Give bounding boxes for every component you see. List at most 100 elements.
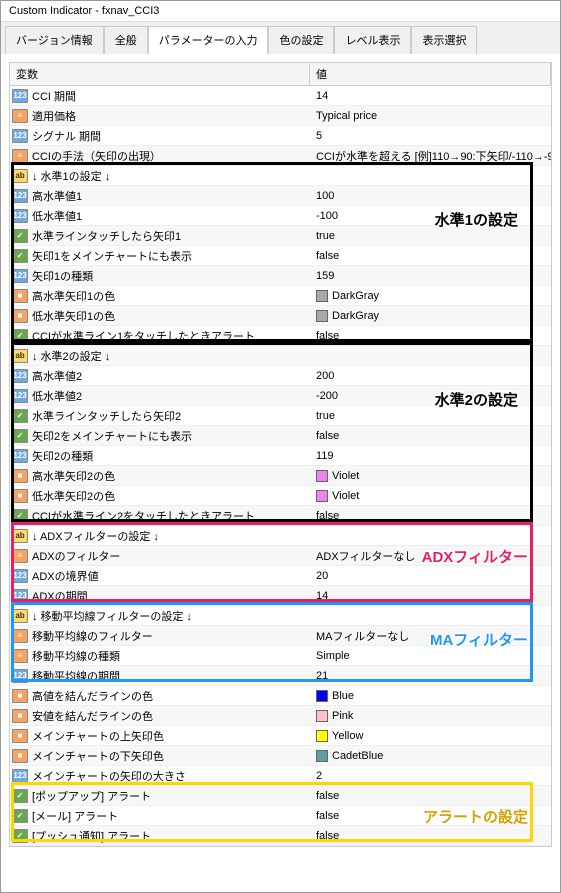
tab-display[interactable]: 表示選択 — [411, 26, 477, 54]
param-row[interactable]: ■高値を結んだラインの色Blue — [10, 686, 551, 706]
param-name-cell: ab↓ ADXフィルターの設定 ↓ — [10, 527, 310, 545]
param-row[interactable]: ■低水準矢印1の色DarkGray — [10, 306, 551, 326]
param-name-cell: ■高水準矢印2の色 — [10, 467, 310, 485]
param-row[interactable]: ✓[プッシュ通知] アラートfalse — [10, 826, 551, 846]
param-row[interactable]: ≡移動平均線のフィルターMAフィルターなし — [10, 626, 551, 646]
param-value-cell[interactable]: Blue — [310, 689, 551, 703]
param-value-cell[interactable]: ADXフィルターなし — [310, 547, 551, 565]
param-value-cell[interactable]: 200 — [310, 369, 551, 383]
parameter-grid[interactable]: 変数 値 123CCI 期間14≡適用価格Typical price123シグナ… — [9, 62, 552, 847]
param-row[interactable]: ■高水準矢印2の色Violet — [10, 466, 551, 486]
param-value-cell[interactable]: false — [310, 809, 551, 823]
param-value: 100 — [316, 190, 334, 202]
param-value-cell[interactable]: 2 — [310, 769, 551, 783]
param-value-cell[interactable]: 21 — [310, 669, 551, 683]
param-row[interactable]: ab↓ 水準1の設定 ↓ — [10, 166, 551, 186]
param-value-cell[interactable]: false — [310, 829, 551, 843]
param-row[interactable]: ≡移動平均線の種類Simple — [10, 646, 551, 666]
param-row[interactable]: 123高水準値1 100 — [10, 186, 551, 206]
param-value-cell[interactable] — [310, 355, 551, 357]
param-value-cell[interactable]: Yellow — [310, 729, 551, 743]
param-name-cell: 123高水準値1 — [10, 187, 310, 205]
param-value: Typical price — [316, 110, 377, 122]
param-value-cell[interactable]: true — [310, 229, 551, 243]
param-value-cell[interactable]: 100 — [310, 189, 551, 203]
param-value: 20 — [316, 570, 328, 582]
param-row[interactable]: ✓CCIが水準ライン1をタッチしたときアラートfalse — [10, 326, 551, 346]
param-row[interactable]: ≡CCIの手法（矢印の出現）CCIが水準を超える [例]110→90:下矢印/-… — [10, 146, 551, 166]
param-value-cell[interactable]: Typical price — [310, 109, 551, 123]
param-row[interactable]: 123ADXの境界値20 — [10, 566, 551, 586]
param-name-cell: ■安値を結んだラインの色 — [10, 707, 310, 725]
param-value-cell[interactable]: 14 — [310, 89, 551, 103]
param-value-cell[interactable]: 119 — [310, 449, 551, 463]
param-value-cell[interactable]: false — [310, 249, 551, 263]
param-value: false — [316, 790, 339, 802]
param-value-cell[interactable]: 159 — [310, 269, 551, 283]
param-value-cell[interactable]: DarkGray — [310, 289, 551, 303]
param-row[interactable]: ≡ 適用価格 Typical price — [10, 106, 551, 126]
param-value-cell[interactable]: -200 — [310, 389, 551, 403]
enum-type-icon: ≡ — [12, 109, 28, 123]
param-row[interactable]: 123シグナル 期間5 — [10, 126, 551, 146]
param-value-cell[interactable]: CCIが水準を超える [例]110→90:下矢印/-110→-9… — [310, 147, 551, 165]
param-row[interactable]: ■メインチャートの下矢印色CadetBlue — [10, 746, 551, 766]
param-value-cell[interactable]: Pink — [310, 709, 551, 723]
param-row[interactable]: ✓[メール] アラートfalse — [10, 806, 551, 826]
param-value-cell[interactable]: Violet — [310, 469, 551, 483]
color-swatch — [316, 310, 328, 322]
param-name-cell: 123ADXの期間 — [10, 587, 310, 605]
param-value-cell[interactable]: false — [310, 509, 551, 523]
param-value-cell[interactable]: false — [310, 789, 551, 803]
param-value-cell[interactable] — [310, 535, 551, 537]
tab-params[interactable]: パラメーターの入力 — [148, 26, 269, 54]
param-row[interactable]: ≡ADXのフィルター ADXフィルターなし — [10, 546, 551, 566]
param-row[interactable]: ab↓ ADXフィルターの設定 ↓ — [10, 526, 551, 546]
param-value-cell[interactable] — [310, 615, 551, 617]
param-value-cell[interactable]: DarkGray — [310, 309, 551, 323]
param-row[interactable]: ab↓ 移動平均線フィルターの設定 ↓ — [10, 606, 551, 626]
param-row[interactable]: 123高水準値2200 — [10, 366, 551, 386]
param-value-cell[interactable]: 20 — [310, 569, 551, 583]
param-row[interactable]: 123低水準値2-200 — [10, 386, 551, 406]
param-row[interactable]: ✓水準ラインタッチしたら矢印2true — [10, 406, 551, 426]
param-value-cell[interactable]: false — [310, 329, 551, 343]
param-value-cell[interactable]: Violet — [310, 489, 551, 503]
param-value-cell[interactable]: 14 — [310, 589, 551, 603]
param-row[interactable]: ab↓ 水準2の設定 ↓ — [10, 346, 551, 366]
param-name: 低水準値1 — [32, 208, 82, 224]
param-row[interactable]: ✓矢印2をメインチャートにも表示false — [10, 426, 551, 446]
param-row[interactable]: 123移動平均線の期間21 — [10, 666, 551, 686]
param-value-cell[interactable]: MAフィルターなし — [310, 627, 551, 645]
tab-levels[interactable]: レベル表示 — [334, 26, 411, 54]
param-row[interactable]: 123低水準値1-100 — [10, 206, 551, 226]
param-row[interactable]: ■安値を結んだラインの色Pink — [10, 706, 551, 726]
param-value-cell[interactable]: Simple — [310, 649, 551, 663]
param-value-cell[interactable]: 5 — [310, 129, 551, 143]
param-row[interactable]: 123ADXの期間14 — [10, 586, 551, 606]
param-name: 適用価格 — [32, 108, 76, 124]
int-type-icon: 123 — [12, 269, 28, 283]
param-row[interactable]: ✓[ポップアップ] アラートfalse — [10, 786, 551, 806]
param-row[interactable]: ✓水準ラインタッチしたら矢印1true — [10, 226, 551, 246]
tab-version[interactable]: バージョン情報 — [5, 26, 104, 54]
param-value-cell[interactable]: CadetBlue — [310, 749, 551, 763]
tab-general[interactable]: 全般 — [104, 26, 148, 54]
param-row[interactable]: ■メインチャートの上矢印色Yellow — [10, 726, 551, 746]
param-row[interactable]: 123矢印1の種類159 — [10, 266, 551, 286]
param-row[interactable]: ✓CCIが水準ライン2をタッチしたときアラートfalse — [10, 506, 551, 526]
param-row[interactable]: 123矢印2の種類119 — [10, 446, 551, 466]
param-row[interactable]: ✓矢印1をメインチャートにも表示false — [10, 246, 551, 266]
param-name-cell: ■高値を結んだラインの色 — [10, 687, 310, 705]
param-row[interactable]: 123CCI 期間14 — [10, 86, 551, 106]
param-value: ADXフィルターなし — [316, 548, 415, 564]
param-row[interactable]: 123メインチャートの矢印の大きさ2 — [10, 766, 551, 786]
param-row[interactable]: ■高水準矢印1の色DarkGray — [10, 286, 551, 306]
param-value-cell[interactable]: false — [310, 429, 551, 443]
param-value-cell[interactable]: -100 — [310, 209, 551, 223]
param-value-cell[interactable]: true — [310, 409, 551, 423]
param-value-cell[interactable] — [310, 175, 551, 177]
tab-colors[interactable]: 色の設定 — [268, 26, 334, 54]
param-name-cell: ≡ADXのフィルター — [10, 547, 310, 565]
param-row[interactable]: ■低水準矢印2の色Violet — [10, 486, 551, 506]
